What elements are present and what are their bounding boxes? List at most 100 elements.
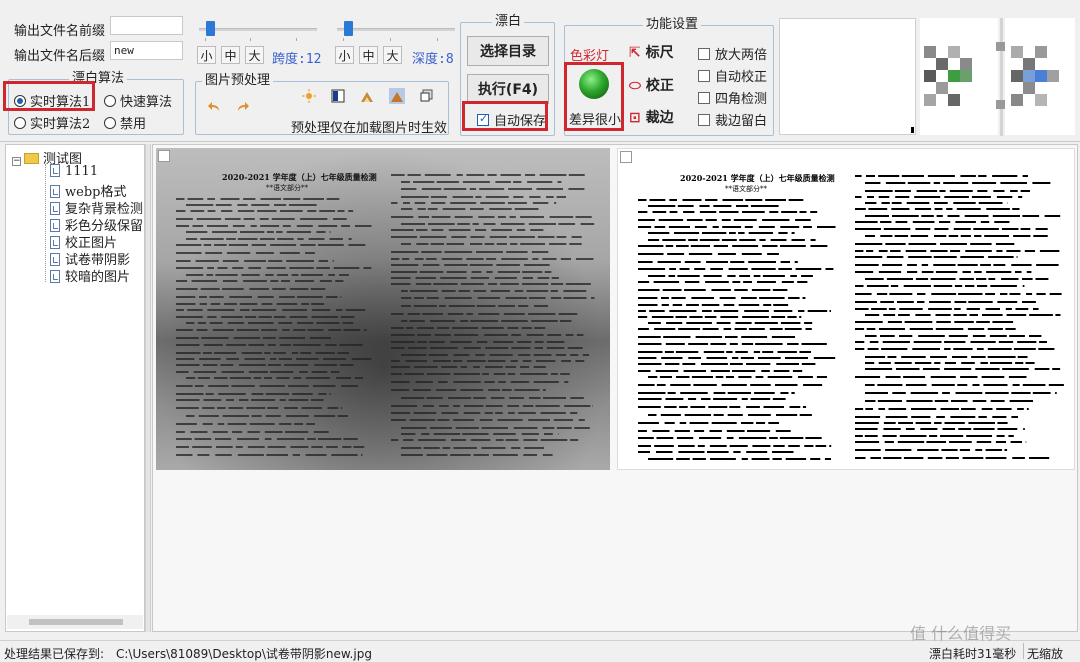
tree-item[interactable]: 较暗的图片 (50, 266, 130, 285)
select-dir-button[interactable]: 选择目录 (467, 36, 549, 66)
text-line (985, 293, 995, 295)
option-label: 裁边留白 (715, 114, 767, 129)
text-line (443, 447, 451, 449)
depth-slider-thumb[interactable] (344, 21, 353, 36)
scrollbar-thumb[interactable] (29, 619, 123, 625)
text-line (886, 182, 905, 184)
text-line (420, 271, 444, 273)
depth-medium-button[interactable]: 中 (359, 46, 378, 64)
text-line (459, 290, 470, 292)
span-slider-track[interactable] (199, 28, 317, 31)
text-line (278, 322, 292, 324)
text-line (343, 329, 360, 331)
text-line (759, 239, 765, 241)
tool-correct[interactable]: ⬭ 校正 (629, 75, 674, 95)
text-line (762, 351, 773, 353)
algo-option-fast[interactable]: 快速算法 (104, 91, 172, 110)
tool-crop[interactable]: ⊡ 裁边 (629, 107, 674, 127)
text-line (988, 278, 995, 280)
text-line (410, 290, 438, 292)
text-line (886, 416, 908, 418)
text-line (810, 458, 820, 460)
text-line (415, 258, 424, 260)
text-line (648, 205, 675, 207)
processed-image[interactable]: 2020-2021 学年度（上）七年级质量检测 **语文部分** (617, 148, 1075, 470)
text-line (855, 408, 863, 410)
redo-icon[interactable] (236, 100, 250, 114)
text-line (638, 363, 662, 365)
brightness-icon[interactable] (302, 89, 316, 103)
depth-large-button[interactable]: 大 (383, 46, 402, 64)
text-line (501, 258, 528, 260)
text-line (490, 354, 513, 356)
text-line (415, 202, 426, 204)
text-line (961, 235, 971, 237)
splitter[interactable] (145, 144, 151, 632)
text-line (883, 457, 901, 459)
text-line (176, 267, 203, 269)
text-line (333, 218, 347, 220)
text-line (226, 344, 246, 346)
text-line (706, 261, 728, 263)
original-image[interactable]: 2020-2021 学年度（上）七年级质量检测 **语文部分** (156, 148, 610, 470)
text-line (723, 199, 744, 201)
text-line (430, 427, 452, 429)
text-line (176, 280, 187, 282)
text-line (772, 451, 794, 453)
text-line (797, 281, 807, 283)
curves-icon[interactable] (389, 88, 405, 104)
text-line (569, 243, 581, 245)
text-line (232, 267, 243, 269)
text-line (748, 414, 771, 416)
algo-option-label: 快速算法 (120, 95, 172, 110)
text-line (544, 433, 553, 435)
text-line (1029, 335, 1041, 337)
option-corner-detect[interactable]: 四角检测 (698, 88, 767, 107)
horizontal-scrollbar[interactable] (7, 615, 143, 629)
prefix-input[interactable] (110, 16, 183, 35)
text-line (414, 297, 424, 299)
text-line (511, 347, 530, 349)
text-line (294, 377, 302, 379)
undo-icon[interactable] (207, 100, 221, 114)
option-crop-margin[interactable]: 裁边留白 (698, 110, 767, 129)
tree-item[interactable]: 1111 (50, 164, 98, 179)
suffix-input[interactable]: new (110, 41, 183, 60)
text-line (228, 322, 244, 324)
execute-button[interactable]: 执行(F4) (467, 74, 549, 104)
crop-icon[interactable] (420, 89, 434, 103)
option-auto-correct[interactable]: 自动校正 (698, 66, 767, 85)
text-line (355, 225, 372, 227)
text-line (949, 441, 972, 443)
algo-option-realtime2[interactable]: 实时算法2 (14, 113, 90, 132)
depth-small-button[interactable]: 小 (335, 46, 354, 64)
text-line (208, 385, 228, 387)
text-line (729, 406, 740, 408)
span-slider-thumb[interactable] (206, 21, 215, 36)
levels-icon[interactable] (360, 89, 374, 103)
text-line (904, 457, 923, 459)
collapse-icon[interactable]: − (12, 157, 21, 166)
text-line (855, 293, 872, 295)
contrast-icon[interactable] (331, 89, 345, 103)
text-line (676, 316, 687, 318)
algo-option-disabled[interactable]: 禁用 (104, 113, 146, 132)
text-line (493, 454, 518, 456)
option-zoom2x[interactable]: 放大两倍 (698, 44, 767, 63)
depth-slider-track[interactable] (337, 28, 455, 31)
text-line (509, 397, 524, 399)
tool-ruler[interactable]: ⇱ 标尺 (629, 42, 674, 62)
text-line (491, 397, 505, 399)
text-line (554, 202, 556, 204)
span-large-button[interactable]: 大 (245, 46, 264, 64)
span-medium-button[interactable]: 中 (221, 46, 240, 64)
text-line (268, 364, 281, 366)
span-small-button[interactable]: 小 (197, 46, 216, 64)
text-line (318, 225, 337, 227)
text-line (341, 296, 342, 298)
text-line (904, 285, 931, 287)
vertical-slider[interactable] (1000, 18, 1003, 136)
text-line (993, 215, 1020, 217)
text-line (408, 347, 427, 349)
text-line (881, 348, 907, 350)
